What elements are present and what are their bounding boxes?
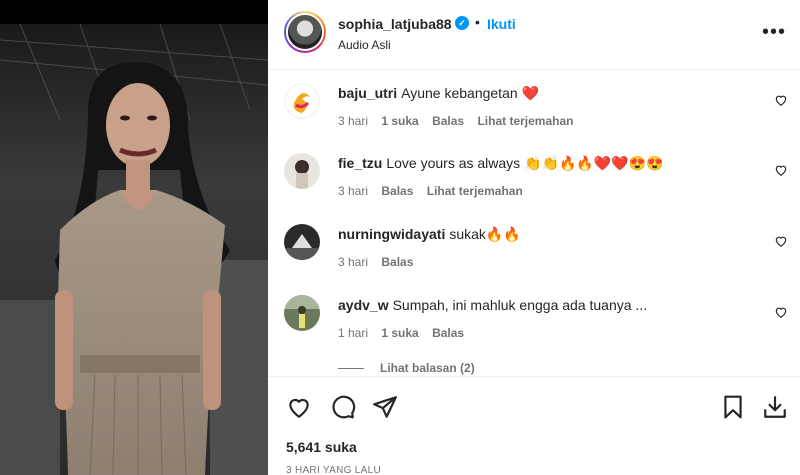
comment-content: Love yours as always 👏👏🔥🔥❤️❤️😍😍	[386, 155, 664, 171]
comment-likes[interactable]: 1 suka	[381, 326, 418, 340]
comment-content: sukak🔥🔥	[449, 226, 521, 242]
comment-item: nurningwidayati sukak🔥🔥 3 hari Balas	[268, 212, 800, 272]
comment-meta: 3 hari Balas Lihat terjemahan	[338, 184, 533, 198]
comment-text: aydv_w Sumpah, ini mahluk engga ada tuany…	[338, 297, 647, 313]
comment-heart-icon[interactable]	[774, 305, 788, 319]
comment-heart-icon[interactable]	[774, 234, 788, 248]
comment-avatar[interactable]	[284, 153, 320, 189]
comment-content: Sumpah, ini mahluk engga ada tuanya ...	[392, 297, 648, 313]
post-timestamp: 3 HARI YANG LALU	[286, 465, 382, 475]
author-username[interactable]: sophia_latjuba88	[338, 16, 452, 32]
comment-icon[interactable]	[330, 394, 356, 420]
translate-button[interactable]: Lihat terjemahan	[427, 184, 523, 198]
comment-avatar[interactable]	[284, 224, 320, 260]
heart-icon[interactable]	[286, 394, 312, 420]
comment-meta: 1 hari 1 suka Balas	[338, 326, 474, 340]
comment-username[interactable]: fie_tzu	[338, 155, 382, 171]
comment-username[interactable]: nurningwidayati	[338, 226, 445, 242]
post-panel: sophia_latjuba88 ✓ • Ikuti Audio Asli ••…	[268, 0, 800, 475]
comment-time[interactable]: 3 hari	[338, 255, 368, 269]
comment-time[interactable]: 1 hari	[338, 326, 368, 340]
reply-button[interactable]: Balas	[432, 326, 464, 340]
reply-button[interactable]: Balas	[432, 114, 464, 128]
comment-avatar[interactable]	[284, 83, 320, 119]
comment-heart-icon[interactable]	[774, 93, 788, 107]
comment-time[interactable]: 3 hari	[338, 184, 368, 198]
audio-link[interactable]: Audio Asli	[338, 38, 391, 52]
replies-divider	[338, 368, 364, 370]
comment-username[interactable]: aydv_w	[338, 297, 389, 313]
comment-likes[interactable]: 1 suka	[381, 114, 418, 128]
reply-button[interactable]: Balas	[381, 184, 413, 198]
post-media[interactable]	[0, 0, 268, 475]
view-replies-label: Lihat balasan (2)	[380, 361, 475, 375]
bookmark-icon[interactable]	[720, 394, 746, 420]
comment-item: baju_utri Ayune kebangetan ❤️ 3 hari 1 su…	[268, 71, 800, 131]
reply-button[interactable]: Balas	[381, 255, 413, 269]
comment-username[interactable]: baju_utri	[338, 85, 397, 101]
post-actions: 5,641 suka 3 HARI YANG LALU	[268, 376, 800, 475]
author-avatar[interactable]	[284, 11, 326, 53]
comment-meta: 3 hari Balas	[338, 255, 423, 269]
comment-meta: 3 hari 1 suka Balas Lihat terjemahan	[338, 114, 583, 128]
comment-text: fie_tzu Love yours as always 👏👏🔥🔥❤️❤️😍😍	[338, 155, 664, 172]
view-replies-button[interactable]: Lihat balasan (2)	[338, 361, 475, 375]
comment-content: Ayune kebangetan ❤️	[401, 85, 539, 101]
comment-item: fie_tzu Love yours as always 👏👏🔥🔥❤️❤️😍😍 3…	[268, 141, 800, 201]
download-icon[interactable]	[762, 394, 788, 420]
translate-button[interactable]: Lihat terjemahan	[477, 114, 573, 128]
follow-button[interactable]: Ikuti	[487, 16, 516, 32]
share-icon[interactable]	[372, 394, 398, 420]
comment-text: nurningwidayati sukak🔥🔥	[338, 226, 521, 243]
comment-time[interactable]: 3 hari	[338, 114, 368, 128]
verified-badge-icon: ✓	[455, 16, 469, 30]
separator-dot: •	[475, 14, 480, 30]
more-options-icon[interactable]: •••	[762, 22, 786, 42]
comment-item: aydv_w Sumpah, ini mahluk engga ada tuany…	[268, 283, 800, 343]
comments-list[interactable]: baju_utri Ayune kebangetan ❤️ 3 hari 1 su…	[268, 71, 800, 375]
post-header: sophia_latjuba88 ✓ • Ikuti Audio Asli ••…	[268, 0, 800, 70]
comment-avatar[interactable]	[284, 295, 320, 331]
comment-text: baju_utri Ayune kebangetan ❤️	[338, 85, 539, 102]
likes-count[interactable]: 5,641 suka	[286, 439, 357, 455]
runway-photo	[0, 0, 268, 475]
comment-heart-icon[interactable]	[774, 163, 788, 177]
